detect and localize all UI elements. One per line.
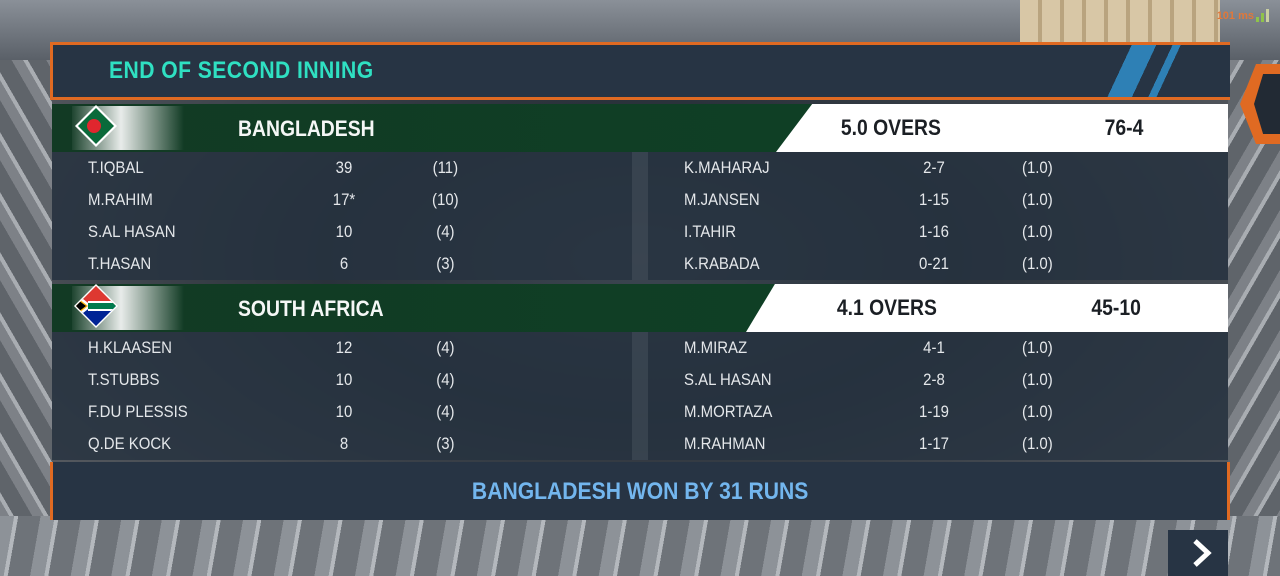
stadium-structure-bottom — [0, 516, 1280, 576]
table-row: Q.DE KOCK 8 (3) M.RAHMAN 1-17 (1.0) — [52, 428, 1228, 460]
team-score: 45-10 — [1091, 295, 1141, 320]
south-africa-flag-icon — [74, 284, 118, 328]
bowler-name: M.MORTAZA — [684, 402, 773, 421]
match-result: BANGLADESH WON BY 31 RUNS — [471, 478, 809, 505]
batsman-runs: 12 — [335, 338, 353, 357]
bangladesh-flag-icon — [75, 105, 117, 147]
team-score: 76-4 — [1104, 115, 1144, 140]
batsman-name: M.RAHIM — [88, 190, 153, 209]
chevron-right-icon — [1193, 539, 1212, 567]
stadium-building — [1020, 0, 1220, 44]
table-row: S.AL HASAN 10 (4) I.TAHIR 1-16 (1.0) — [52, 216, 1228, 248]
bowler-figures: 2-8 — [923, 370, 945, 389]
batsman-name: S.AL HASAN — [88, 222, 176, 241]
bowler-overs: (1.0) — [1021, 370, 1053, 389]
team-name: SOUTH AFRICA — [238, 296, 384, 321]
result-text-wrap: BANGLADESH WON BY 31 RUNS — [53, 478, 1227, 506]
batsman-balls: (4) — [436, 338, 455, 357]
table-row: T.IQBAL 39 (11) K.MAHARAJ 2-7 (1.0) — [52, 152, 1228, 184]
bowler-name: K.RABADA — [684, 254, 760, 273]
bowler-name: M.JANSEN — [684, 190, 760, 209]
bowler-figures: 2-7 — [923, 158, 945, 177]
bowler-figures: 1-16 — [919, 222, 949, 241]
score-panel: 4.1 OVERS 45-10 — [746, 284, 1228, 332]
stats-table-south-africa: H.KLAASEN 12 (4) M.MIRAZ 4-1 (1.0) T.STU… — [52, 332, 1228, 460]
bowler-overs: (1.0) — [1021, 338, 1053, 357]
bowler-name: K.MAHARAJ — [684, 158, 770, 177]
batsman-balls: (4) — [436, 370, 455, 389]
batsman-name: T.HASAN — [88, 254, 152, 273]
bowler-overs: (1.0) — [1021, 254, 1053, 273]
table-row: M.RAHIM 17* (10) M.JANSEN 1-15 (1.0) — [52, 184, 1228, 216]
batsman-runs: 17* — [332, 190, 356, 209]
table-row: T.HASAN 6 (3) K.RABADA 0-21 (1.0) — [52, 248, 1228, 280]
bowler-overs: (1.0) — [1021, 402, 1053, 421]
batsman-name: Q.DE KOCK — [88, 434, 172, 453]
batsman-runs: 10 — [335, 402, 353, 421]
bowler-figures: 4-1 — [923, 338, 945, 357]
scorecard-header: END OF SECOND INNING — [50, 42, 1230, 100]
batsman-name: F.DU PLESSIS — [88, 402, 188, 421]
match-result-banner: BANGLADESH WON BY 31 RUNS — [50, 462, 1230, 520]
batsman-name: H.KLAASEN — [88, 338, 172, 357]
bowler-name: S.AL HASAN — [684, 370, 772, 389]
batsman-balls: (3) — [436, 434, 455, 453]
bowler-figures: 1-15 — [919, 190, 949, 209]
team-name: BANGLADESH — [238, 116, 375, 141]
score-panel: 5.0 OVERS 76-4 — [776, 104, 1228, 152]
team-banner-south-africa: SOUTH AFRICA 4.1 OVERS 45-10 — [52, 284, 1228, 332]
page-title: END OF SECOND INNING — [109, 57, 374, 84]
bowler-name: M.MIRAZ — [684, 338, 748, 357]
bowler-name: M.RAHMAN — [684, 434, 766, 453]
team-banner-bangladesh: BANGLADESH 5.0 OVERS 76-4 — [52, 104, 1228, 152]
batsman-runs: 10 — [335, 222, 353, 241]
stats-table-bangladesh: T.IQBAL 39 (11) K.MAHARAJ 2-7 (1.0) M.RA… — [52, 152, 1228, 280]
bowler-name: I.TAHIR — [684, 222, 737, 241]
bowler-overs: (1.0) — [1021, 222, 1053, 241]
batsman-balls: (3) — [436, 254, 455, 273]
batsman-runs: 39 — [335, 158, 353, 177]
stadium-structure-left — [0, 60, 52, 520]
bowler-overs: (1.0) — [1021, 434, 1053, 453]
batsman-balls: (11) — [432, 158, 459, 177]
batsman-balls: (4) — [436, 222, 455, 241]
bowler-figures: 1-19 — [919, 402, 949, 421]
bowler-figures: 0-21 — [919, 254, 949, 273]
bowler-overs: (1.0) — [1021, 190, 1053, 209]
overs-text: 4.1 OVERS — [836, 295, 937, 320]
batsman-name: T.STUBBS — [88, 370, 160, 389]
batsman-runs: 6 — [339, 254, 349, 273]
back-arrow-icon[interactable] — [1240, 64, 1280, 144]
ping-readout: 101 ms — [1216, 10, 1254, 22]
table-row: H.KLAASEN 12 (4) M.MIRAZ 4-1 (1.0) — [52, 332, 1228, 364]
table-row: T.STUBBS 10 (4) S.AL HASAN 2-8 (1.0) — [52, 364, 1228, 396]
overs-text: 5.0 OVERS — [840, 115, 941, 140]
table-row: F.DU PLESSIS 10 (4) M.MORTAZA 1-19 (1.0) — [52, 396, 1228, 428]
next-button[interactable] — [1168, 530, 1228, 576]
batsman-runs: 10 — [335, 370, 353, 389]
bowler-figures: 1-17 — [919, 434, 949, 453]
batsman-runs: 8 — [339, 434, 349, 453]
batsman-balls: (4) — [436, 402, 455, 421]
batsman-name: T.IQBAL — [88, 158, 144, 177]
signal-icon — [1256, 8, 1270, 22]
batsman-balls: (10) — [432, 190, 459, 209]
header-decoration — [1050, 45, 1230, 97]
bowler-overs: (1.0) — [1021, 158, 1053, 177]
